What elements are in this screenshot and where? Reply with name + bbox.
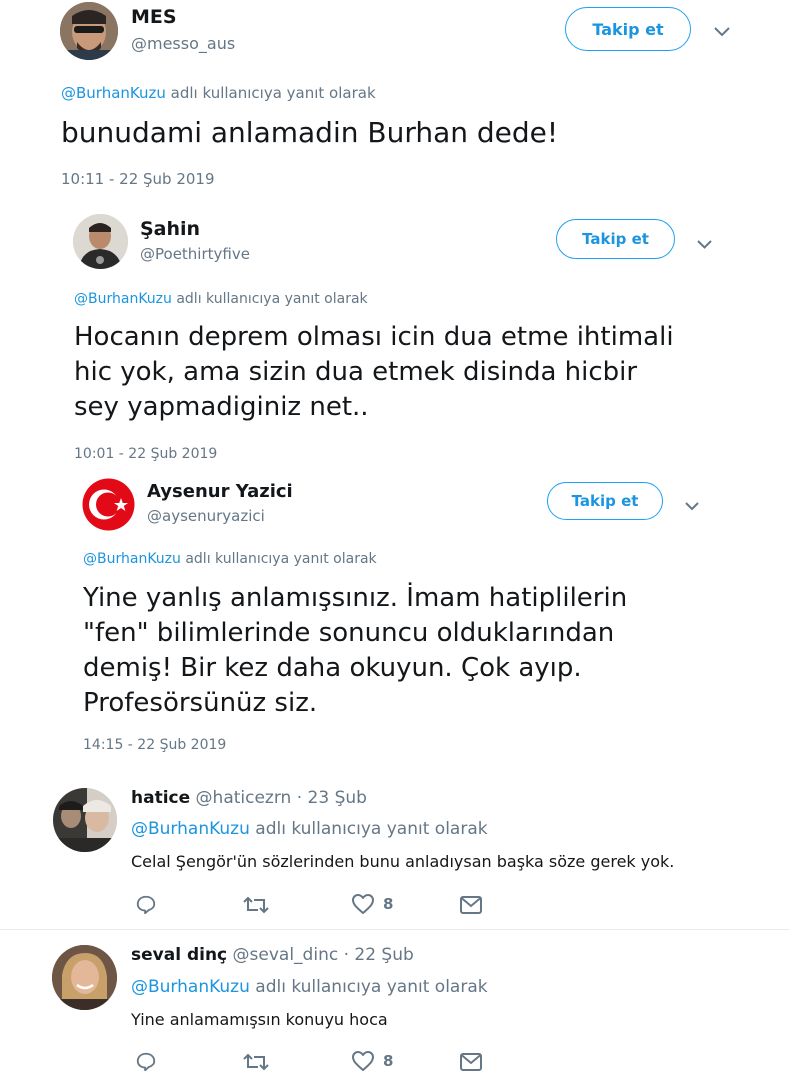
avatar-photo-icon <box>60 2 118 60</box>
reply-date[interactable]: · 23 Şub <box>291 788 367 808</box>
reply-mention-link[interactable]: @BurhanKuzu <box>74 291 172 307</box>
author-handle[interactable]: @messo_aus <box>131 34 235 53</box>
avatar[interactable] <box>53 788 117 852</box>
like-action-button[interactable]: 8 <box>351 1050 393 1072</box>
reply-header: seval dinç @seval_dinc · 22 Şub <box>131 945 414 965</box>
turkish-flag-emblem-icon <box>82 478 135 531</box>
avatar[interactable] <box>73 214 128 269</box>
avatar[interactable] <box>60 2 118 60</box>
follow-button[interactable]: Takip et <box>547 482 663 520</box>
reply-mention-link[interactable]: @BurhanKuzu <box>131 819 250 839</box>
tweet-timestamp[interactable]: 14:15 - 22 Şub 2019 <box>83 737 226 753</box>
reply-context-label: adlı kullanıcıya yanıt olarak <box>165 84 376 102</box>
author-handle[interactable]: @aysenuryazici <box>147 507 265 525</box>
envelope-icon <box>460 896 482 914</box>
reply-divider <box>0 929 789 930</box>
retweet-icon <box>243 1053 269 1071</box>
author-name[interactable]: MES <box>131 6 177 28</box>
tweet-timestamp[interactable]: 10:01 - 22 Şub 2019 <box>74 446 217 462</box>
avatar[interactable] <box>52 945 117 1010</box>
retweet-action-button[interactable] <box>243 894 269 916</box>
author-name[interactable]: Aysenur Yazici <box>147 481 293 502</box>
reply-context: @BurhanKuzu adlı kullanıcıya yanıt olara… <box>131 819 488 839</box>
author-handle[interactable]: @haticezrn <box>196 788 292 808</box>
reply-action-button[interactable] <box>135 1051 157 1073</box>
avatar[interactable] <box>82 478 135 531</box>
author-name[interactable]: Şahin <box>140 218 200 240</box>
like-count: 8 <box>383 895 394 913</box>
heart-icon <box>352 1051 374 1071</box>
tweet-timestamp[interactable]: 10:11 - 22 Şub 2019 <box>61 170 215 188</box>
reply-context: @BurhanKuzu adlı kullanıcıya yanıt olara… <box>131 977 488 997</box>
retweet-action-button[interactable] <box>243 1051 269 1073</box>
comment-bubble-icon <box>136 1052 156 1072</box>
reply-mention-link[interactable]: @BurhanKuzu <box>83 551 181 567</box>
avatar-photo-icon <box>73 214 128 269</box>
tweet-text: bunudami anlamadin Burhan dede! <box>61 116 559 149</box>
reply-action-button[interactable] <box>135 894 157 916</box>
reply-context-label: adlı kullanıcıya yanıt olarak <box>249 977 488 997</box>
direct-message-button[interactable] <box>459 1052 483 1072</box>
envelope-icon <box>460 1053 482 1071</box>
author-name[interactable]: hatice <box>131 788 190 808</box>
tweet-text: Yine anlamamışsın konuyu hoca <box>131 1010 388 1029</box>
follow-button[interactable]: Takip et <box>565 7 691 51</box>
avatar-photo-icon <box>53 788 117 852</box>
author-handle[interactable]: @seval_dinc <box>233 945 339 965</box>
tweet-text: Celal Şengör'ün sözlerinden bunu anladıy… <box>131 852 675 871</box>
follow-button[interactable]: Takip et <box>556 219 675 259</box>
reply-header: hatice @haticezrn · 23 Şub <box>131 788 367 808</box>
author-handle[interactable]: @Poethirtyfive <box>140 245 250 263</box>
reply-context-label: adlı kullanıcıya yanıt olarak <box>249 819 488 839</box>
more-options-chevron-down-icon[interactable] <box>713 23 731 42</box>
reply-context-label: adlı kullanıcıya yanıt olarak <box>171 291 368 307</box>
direct-message-button[interactable] <box>459 895 483 915</box>
heart-icon <box>352 894 374 914</box>
like-action-button[interactable]: 8 <box>351 893 393 915</box>
reply-context-label: adlı kullanıcıya yanıt olarak <box>180 551 377 567</box>
reply-context: @BurhanKuzu adlı kullanıcıya yanıt olara… <box>74 291 368 307</box>
retweet-icon <box>243 896 269 914</box>
like-count: 8 <box>383 1052 394 1070</box>
more-options-chevron-down-icon[interactable] <box>696 235 713 254</box>
more-options-chevron-down-icon[interactable] <box>684 497 700 516</box>
reply-date[interactable]: · 22 Şub <box>338 945 414 965</box>
reply-mention-link[interactable]: @BurhanKuzu <box>61 84 166 102</box>
author-name[interactable]: seval dinç <box>131 945 227 965</box>
reply-context: @BurhanKuzu adlı kullanıcıya yanıt olara… <box>61 84 376 102</box>
tweet-text: Yine yanlış anlamışsınız. İmam hatiplile… <box>83 583 628 718</box>
avatar-photo-icon <box>52 945 117 1010</box>
reply-mention-link[interactable]: @BurhanKuzu <box>131 977 250 997</box>
comment-bubble-icon <box>136 895 156 915</box>
reply-context: @BurhanKuzu adlı kullanıcıya yanıt olara… <box>83 551 377 567</box>
tweet-text: Hocanın deprem olması icin dua etme ihti… <box>74 322 674 422</box>
